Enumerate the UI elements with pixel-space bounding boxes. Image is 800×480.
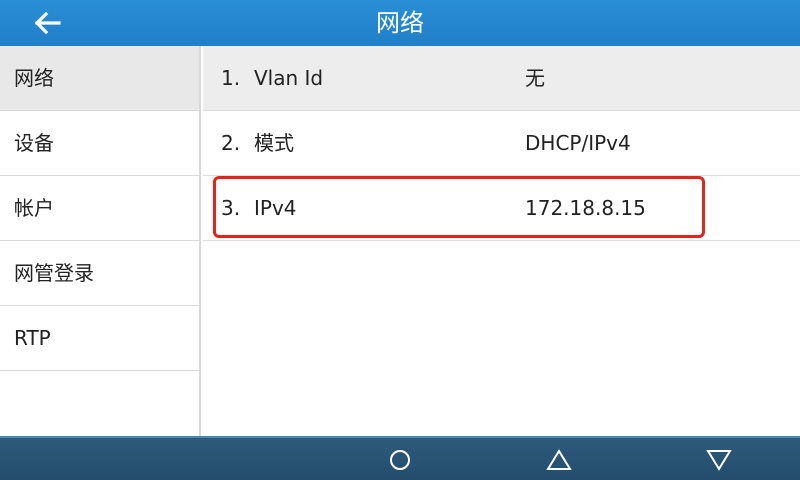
sidebar-item-account[interactable]: 帐户 (0, 176, 199, 241)
row-label: IPv4 (254, 196, 297, 220)
circle-icon (390, 450, 410, 470)
triangle-down-icon (706, 450, 732, 471)
setting-row-mode[interactable]: 2. 模式 DHCP/IPv4 (203, 111, 800, 176)
page-title: 网络 (376, 9, 424, 37)
row-number: 1. (221, 66, 241, 90)
row-number: 2. (221, 131, 241, 155)
setting-row-vlan-id[interactable]: 1. Vlan Id 无 (203, 46, 800, 111)
sidebar-item-network[interactable]: 网络 (0, 46, 199, 111)
sidebar: 网络 设备 帐户 网管登录 RTP (0, 46, 201, 436)
arrow-left-icon (35, 12, 61, 34)
sidebar-item-rtp[interactable]: RTP (0, 306, 199, 371)
title-bar: 网络 (0, 0, 800, 46)
back-button[interactable] (30, 5, 66, 41)
triangle-up-icon (546, 449, 572, 470)
down-button[interactable] (699, 442, 739, 478)
up-button[interactable] (539, 442, 579, 478)
home-button[interactable] (380, 442, 420, 478)
row-number: 3. (221, 196, 241, 220)
bottom-nav-bar (0, 436, 800, 480)
row-label: 模式 (254, 131, 294, 155)
row-value: DHCP/IPv4 (525, 131, 631, 155)
sidebar-item-device[interactable]: 设备 (0, 111, 199, 176)
network-settings-screen: 网络 网络 设备 帐户 网管登录 RTP 1. Vlan Id 无 2. 模式 … (0, 0, 800, 480)
setting-row-ipv4[interactable]: 3. IPv4 172.18.8.15 (203, 176, 800, 241)
settings-list: 1. Vlan Id 无 2. 模式 DHCP/IPv4 3. IPv4 172… (203, 46, 800, 436)
row-label: Vlan Id (254, 66, 324, 90)
sidebar-item-management-login[interactable]: 网管登录 (0, 241, 199, 306)
row-value: 172.18.8.15 (525, 196, 646, 220)
row-value: 无 (525, 66, 545, 90)
